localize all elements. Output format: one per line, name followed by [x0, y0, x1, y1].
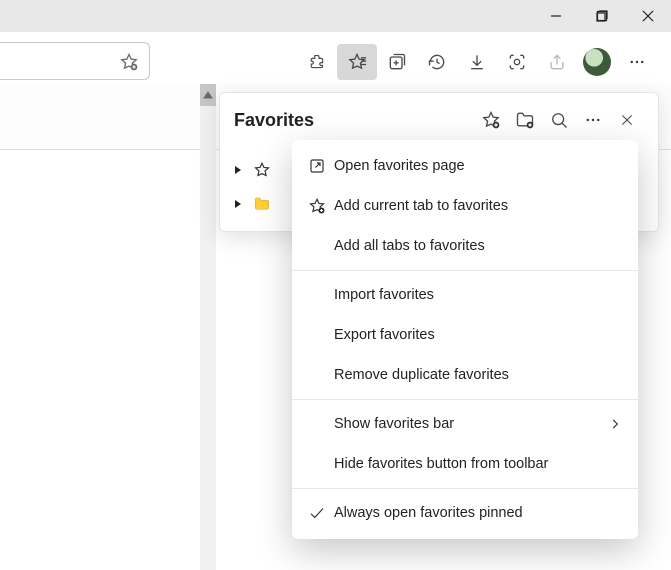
favorites-bar-star-icon [252, 160, 272, 180]
close-window-button[interactable] [625, 0, 671, 32]
add-favorite-icon[interactable] [474, 103, 508, 137]
collections-icon[interactable] [377, 44, 417, 80]
favorites-panel-header: Favorites [220, 93, 658, 147]
scrollbar-up-button[interactable] [200, 84, 216, 106]
menu-separator [292, 399, 638, 400]
menu-label: Hide favorites button from toolbar [334, 456, 622, 472]
history-icon[interactable] [417, 44, 457, 80]
add-favorite-star-icon[interactable] [117, 50, 141, 74]
address-bar-fragment[interactable] [0, 42, 150, 80]
menu-export-favorites[interactable]: Export favorites [292, 315, 638, 355]
menu-show-favorites-bar[interactable]: Show favorites bar [292, 404, 638, 444]
menu-label: Open favorites page [334, 158, 622, 174]
web-capture-icon[interactable] [497, 44, 537, 80]
favorites-more-icon[interactable] [576, 103, 610, 137]
extensions-icon[interactable] [297, 44, 337, 80]
menu-always-open-pinned[interactable]: Always open favorites pinned [292, 493, 638, 533]
profile-avatar[interactable] [583, 48, 611, 76]
settings-more-icon[interactable] [617, 44, 657, 80]
minimize-button[interactable] [533, 0, 579, 32]
favorites-panel-title: Favorites [234, 110, 474, 131]
menu-label: Export favorites [334, 327, 622, 343]
menu-hide-favorites-button[interactable]: Hide favorites button from toolbar [292, 444, 638, 484]
downloads-icon[interactable] [457, 44, 497, 80]
window-controls [533, 0, 671, 32]
menu-label: Always open favorites pinned [334, 505, 622, 521]
open-external-icon [308, 157, 334, 175]
chevron-right-icon [604, 417, 622, 431]
maximize-button[interactable] [579, 0, 625, 32]
close-panel-icon[interactable] [610, 103, 644, 137]
add-folder-icon[interactable] [508, 103, 542, 137]
menu-label: Add current tab to favorites [334, 198, 622, 214]
menu-label: Show favorites bar [334, 416, 604, 432]
expand-caret-icon[interactable] [234, 199, 244, 209]
menu-add-all-tabs[interactable]: Add all tabs to favorites [292, 226, 638, 266]
menu-label: Import favorites [334, 287, 622, 303]
favorites-context-menu: Open favorites page Add current tab to f… [292, 140, 638, 539]
menu-label: Remove duplicate favorites [334, 367, 622, 383]
toolbar [297, 44, 657, 80]
menu-import-favorites[interactable]: Import favorites [292, 275, 638, 315]
menu-remove-duplicates[interactable]: Remove duplicate favorites [292, 355, 638, 395]
vertical-scrollbar[interactable] [200, 84, 216, 570]
share-icon[interactable] [537, 44, 577, 80]
menu-separator [292, 270, 638, 271]
check-icon [308, 504, 334, 522]
menu-open-favorites-page[interactable]: Open favorites page [292, 146, 638, 186]
expand-caret-icon[interactable] [234, 165, 244, 175]
menu-separator [292, 488, 638, 489]
menu-label: Add all tabs to favorites [334, 238, 622, 254]
search-favorites-icon[interactable] [542, 103, 576, 137]
folder-icon [252, 194, 272, 214]
favorites-toolbar-button[interactable] [337, 44, 377, 80]
star-plus-icon [308, 197, 334, 215]
menu-add-current-tab[interactable]: Add current tab to favorites [292, 186, 638, 226]
